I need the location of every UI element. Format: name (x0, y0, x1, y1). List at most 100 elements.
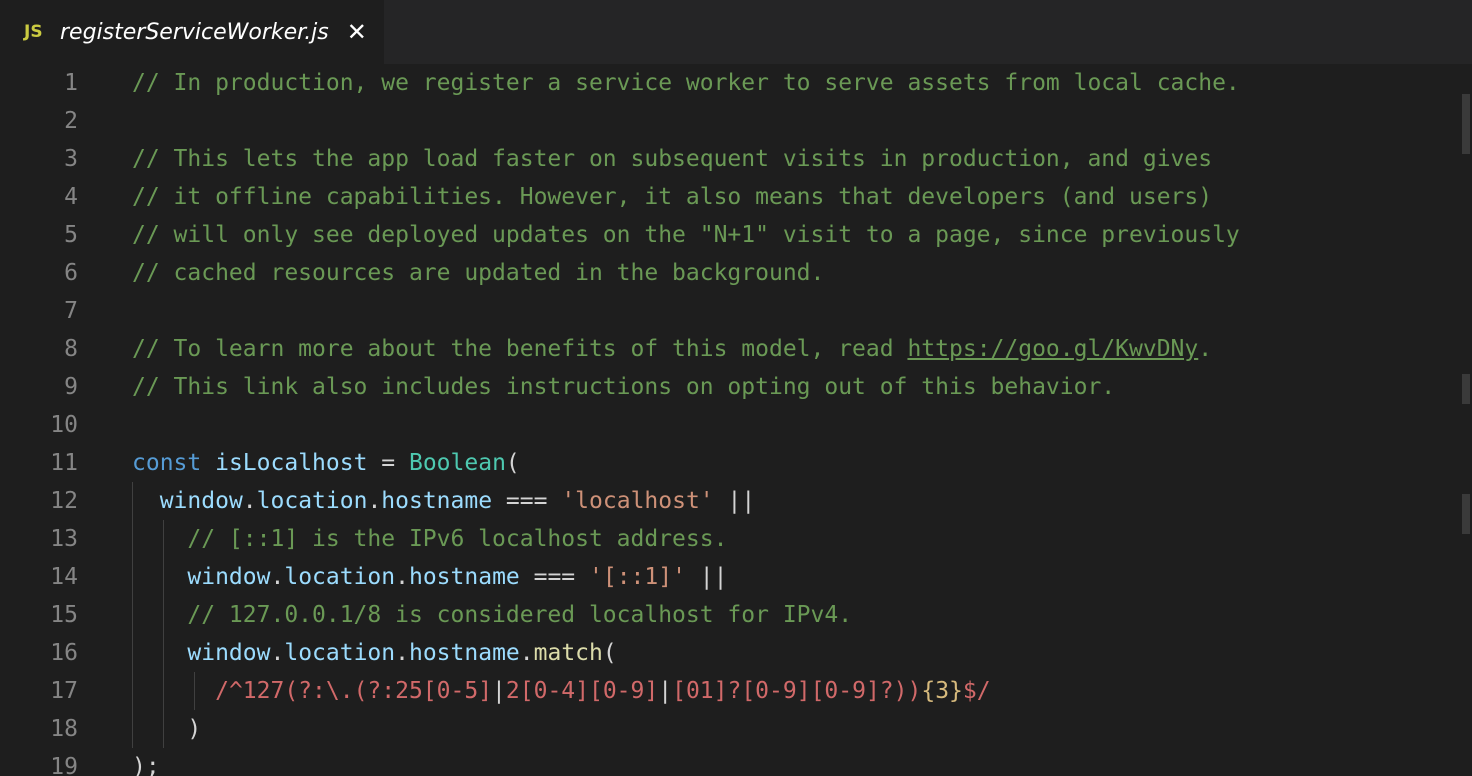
line-code: // To learn more about the benefits of t… (132, 330, 1212, 368)
code-token: . (1198, 336, 1213, 362)
line-code: window.location.hostname.match( (132, 634, 617, 672)
code-token: . (395, 640, 409, 666)
code-line[interactable]: 11 const isLocalhost = Boolean( (0, 444, 1460, 482)
editor-tab[interactable]: JS registerServiceWorker.js ✕ (0, 0, 384, 64)
line-code: // it offline capabilities. However, it … (132, 178, 1212, 216)
code-editor[interactable]: 1 // In production, we register a service… (0, 64, 1472, 776)
code-token: ( (602, 640, 617, 666)
code-token: // In production, we register a service … (132, 70, 1240, 96)
minimap-mark (1462, 374, 1470, 404)
code-line[interactable]: 16 window.location.hostname.match( (0, 634, 1460, 672)
code-token: ) (132, 716, 202, 742)
line-number: 15 (50, 602, 78, 628)
line-code: // will only see deployed updates on the… (132, 216, 1240, 254)
line-number: 18 (50, 716, 78, 742)
minimap-mark (1462, 494, 1470, 534)
code-line[interactable]: 18 ) (0, 710, 1460, 748)
tab-bar: JS registerServiceWorker.js ✕ (0, 0, 1472, 64)
line-number: 9 (64, 374, 78, 400)
line-code: window.location.hostname === 'localhost'… (132, 482, 756, 520)
code-token: . (367, 488, 382, 514)
overview-ruler[interactable] (1460, 64, 1472, 776)
code-line[interactable]: 10 (0, 406, 1460, 444)
code-line[interactable]: 17 /^127(?:\.(?:25[0-5]|2[0-4][0-9]|[01]… (0, 672, 1460, 710)
code-line[interactable]: 1 // In production, we register a service… (0, 64, 1460, 102)
code-token: // will only see deployed updates on the… (132, 222, 1240, 248)
code-line[interactable]: 14 window.location.hostname === '[::1]' … (0, 558, 1460, 596)
line-code: // 127.0.0.1/8 is considered localhost f… (132, 596, 852, 634)
line-number: 4 (64, 184, 78, 210)
code-line[interactable]: 8 // To learn more about the benefits of … (0, 330, 1460, 368)
code-token: // it offline capabilities. However, it … (132, 184, 1213, 210)
close-icon[interactable]: ✕ (347, 20, 367, 44)
code-token: . (270, 640, 285, 666)
line-code: // In production, we register a service … (132, 64, 1240, 102)
code-token: /^127(?:\.(?:25[0-5] (215, 678, 493, 704)
code-token: '[::1]' (589, 564, 686, 590)
code-token: location (284, 640, 396, 666)
line-code: /^127(?:\.(?:25[0-5]|2[0-4][0-9]|[01]?[0… (132, 672, 991, 710)
code-token: || (685, 564, 728, 590)
code-token: window (187, 640, 271, 666)
line-number: 2 (64, 108, 78, 134)
line-code: ) (132, 710, 201, 748)
code-token: 2[0-4][0-9] (505, 678, 659, 704)
code-token: hostname (408, 640, 520, 666)
minimap-mark (1462, 94, 1470, 154)
line-number: 14 (50, 564, 78, 590)
line-number: 13 (50, 526, 78, 552)
code-token: window (159, 488, 243, 514)
code-token: match (533, 640, 603, 666)
code-token: // 127.0.0.1/8 is considered localhost f… (187, 602, 853, 628)
code-line[interactable]: 9 // This link also includes instructions… (0, 368, 1460, 406)
code-token: Boolean (408, 450, 506, 476)
code-token: location (256, 488, 368, 514)
line-number: 1 (64, 70, 78, 96)
code-token: $/ (962, 678, 991, 704)
code-line[interactable]: 3 // This lets the app load faster on sub… (0, 140, 1460, 178)
code-token: . (395, 564, 409, 590)
code-token: // This link also includes instructions … (132, 374, 1116, 400)
line-code: // This lets the app load faster on subs… (132, 140, 1212, 178)
code-token: // [::1] is the IPv6 localhost address. (187, 526, 728, 552)
code-line[interactable]: 19); (0, 748, 1460, 776)
code-token: window (187, 564, 271, 590)
line-number: 6 (64, 260, 78, 286)
line-number: 17 (50, 678, 78, 704)
code-token: // cached resources are updated in the b… (132, 260, 825, 286)
code-token: . (242, 488, 257, 514)
line-code: const isLocalhost = Boolean( (132, 444, 520, 482)
code-token: === (492, 488, 562, 514)
code-token: . (270, 564, 285, 590)
code-line[interactable]: 12 window.location.hostname === 'localho… (0, 482, 1460, 520)
line-number: 7 (64, 298, 78, 324)
line-number: 8 (64, 336, 78, 362)
code-token: // This lets the app load faster on subs… (132, 146, 1213, 172)
code-token: 'localhost' (561, 488, 714, 514)
code-line[interactable]: 7 (0, 292, 1460, 330)
code-line[interactable]: 5 // will only see deployed updates on th… (0, 216, 1460, 254)
code-line[interactable]: 2 (0, 102, 1460, 140)
line-code: // cached resources are updated in the b… (132, 254, 824, 292)
comment-link[interactable]: https://goo.gl/KwvDNy (907, 336, 1198, 362)
line-code: ); (132, 748, 160, 776)
line-code: // [::1] is the IPv6 localhost address. (132, 520, 727, 558)
code-line[interactable]: 4 // it offline capabilities. However, it… (0, 178, 1460, 216)
code-token: const (132, 450, 202, 476)
code-token: isLocalhost (215, 450, 368, 476)
code-line[interactable]: 15 // 127.0.0.1/8 is considered localhos… (0, 596, 1460, 634)
line-number: 19 (50, 754, 78, 776)
line-number: 16 (50, 640, 78, 666)
code-token: location (284, 564, 396, 590)
code-token: [01]?[0-9][0-9]?)) (672, 678, 922, 704)
code-token: = (367, 450, 409, 476)
code-token: hostname (381, 488, 493, 514)
code-line[interactable]: 6 // cached resources are updated in the … (0, 254, 1460, 292)
line-number: 3 (64, 146, 78, 172)
code-line[interactable]: 13 // [::1] is the IPv6 localhost addres… (0, 520, 1460, 558)
line-code: // This link also includes instructions … (132, 368, 1115, 406)
